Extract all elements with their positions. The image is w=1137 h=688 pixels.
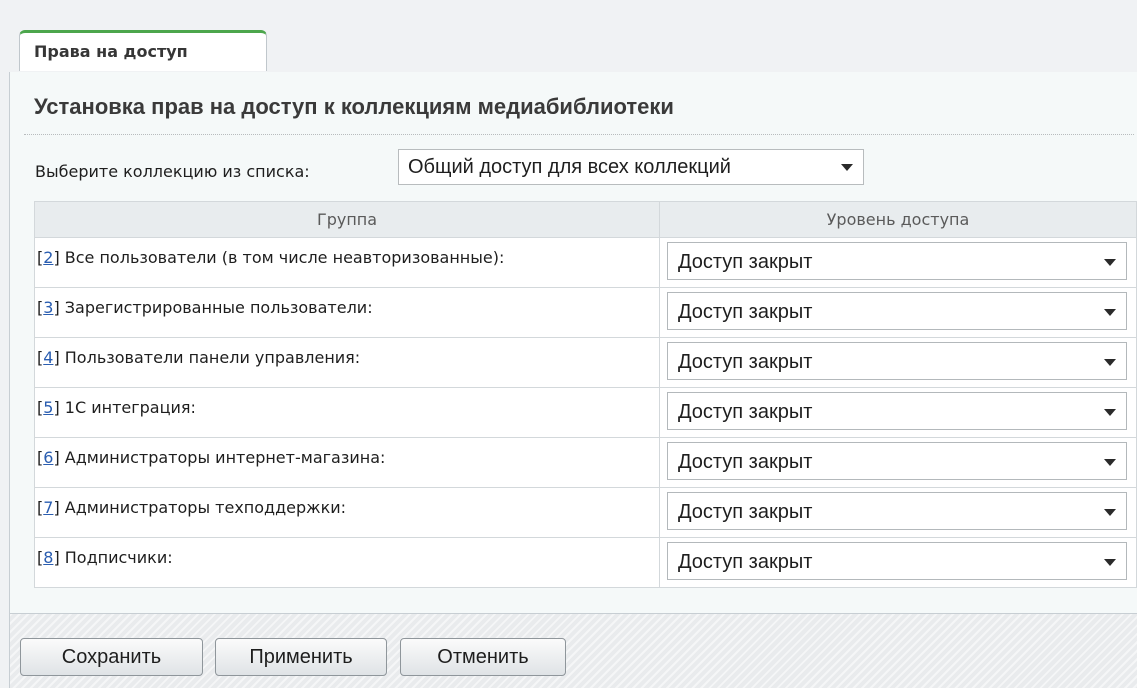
tab-label: Права на доступ: [34, 42, 188, 61]
group-id-link[interactable]: 2: [43, 248, 53, 267]
access-level-value: Доступ закрыт: [678, 251, 813, 273]
access-cell: Доступ закрыт: [659, 487, 1137, 538]
access-cell: Доступ закрыт: [659, 387, 1137, 438]
access-level-value: Доступ закрыт: [678, 501, 813, 523]
table-row: [8] Подписчики: Доступ закрыт: [34, 537, 1137, 588]
access-level-value: Доступ закрыт: [678, 351, 813, 373]
group-label: [6] Администраторы интернет-магазина:: [37, 448, 386, 467]
access-level-select[interactable]: Доступ закрыт: [667, 292, 1127, 330]
permissions-table: Группа Уровень доступа [2] Все пользоват…: [34, 201, 1137, 588]
table-row: [4] Пользователи панели управления: Дост…: [34, 337, 1137, 388]
group-name: Администраторы техподдержки:: [64, 498, 347, 517]
chevron-down-icon: [1104, 359, 1116, 366]
table-row: [3] Зарегистрированные пользователи: Дос…: [34, 287, 1137, 338]
group-id-link[interactable]: 4: [43, 348, 53, 367]
group-name: 1С интеграция:: [64, 398, 196, 417]
table-row: [6] Администраторы интернет-магазина: До…: [34, 437, 1137, 488]
collection-select-label: Выберите коллекцию из списка:: [35, 162, 310, 181]
apply-button[interactable]: Применить: [215, 638, 387, 676]
group-cell: [2] Все пользователи (в том числе неавто…: [34, 237, 660, 288]
access-cell: Доступ закрыт: [659, 287, 1137, 338]
group-id-link[interactable]: 8: [43, 548, 53, 567]
access-rights-window: Права на доступ Установка прав на доступ…: [9, 0, 1137, 688]
group-cell: [7] Администраторы техподдержки:: [34, 487, 660, 538]
column-header-access-level: Уровень доступа: [659, 201, 1137, 238]
access-level-select[interactable]: Доступ закрыт: [667, 492, 1127, 530]
access-cell: Доступ закрыт: [659, 337, 1137, 388]
group-label: [8] Подписчики:: [37, 548, 173, 567]
group-label: [4] Пользователи панели управления:: [37, 348, 361, 367]
group-cell: [6] Администраторы интернет-магазина:: [34, 437, 660, 488]
access-level-value: Доступ закрыт: [678, 301, 813, 323]
collection-select[interactable]: Общий доступ для всех коллекций: [398, 149, 864, 185]
group-id-link[interactable]: 6: [43, 448, 53, 467]
access-level-value: Доступ закрыт: [678, 451, 813, 473]
access-level-select[interactable]: Доступ закрыт: [667, 342, 1127, 380]
group-label: [7] Администраторы техподдержки:: [37, 498, 347, 517]
chevron-down-icon: [841, 164, 853, 171]
title-divider: [24, 134, 1134, 135]
chevron-down-icon: [1104, 509, 1116, 516]
group-id-link[interactable]: 5: [43, 398, 53, 417]
main-panel: Установка прав на доступ к коллекциям ме…: [9, 72, 1137, 614]
access-level-select[interactable]: Доступ закрыт: [667, 542, 1127, 580]
access-level-select[interactable]: Доступ закрыт: [667, 392, 1127, 430]
table-row: [2] Все пользователи (в том числе неавто…: [34, 237, 1137, 288]
table-header-row: Группа Уровень доступа: [34, 201, 1137, 238]
tab-strip: Права на доступ: [9, 0, 1137, 73]
group-label: [5] 1С интеграция:: [37, 398, 196, 417]
page-title: Установка прав на доступ к коллекциям ме…: [34, 94, 674, 119]
tab-access-rights[interactable]: Права на доступ: [19, 30, 267, 71]
access-level-select[interactable]: Доступ закрыт: [667, 242, 1127, 280]
group-name: Зарегистрированные пользователи:: [64, 298, 373, 317]
chevron-down-icon: [1104, 309, 1116, 316]
group-name: Подписчики:: [64, 548, 173, 567]
group-label: [2] Все пользователи (в том числе неавто…: [37, 248, 505, 267]
form-footer: Сохранить Применить Отменить: [9, 614, 1137, 688]
group-cell: [4] Пользователи панели управления:: [34, 337, 660, 388]
column-header-group: Группа: [34, 201, 660, 238]
group-label: [3] Зарегистрированные пользователи:: [37, 298, 373, 317]
access-level-select[interactable]: Доступ закрыт: [667, 442, 1127, 480]
group-cell: [3] Зарегистрированные пользователи:: [34, 287, 660, 338]
table-row: [5] 1С интеграция: Доступ закрыт: [34, 387, 1137, 438]
group-id-link[interactable]: 3: [43, 298, 53, 317]
access-level-value: Доступ закрыт: [678, 401, 813, 423]
access-cell: Доступ закрыт: [659, 437, 1137, 488]
save-button[interactable]: Сохранить: [20, 638, 203, 676]
chevron-down-icon: [1104, 459, 1116, 466]
access-cell: Доступ закрыт: [659, 537, 1137, 588]
access-cell: Доступ закрыт: [659, 237, 1137, 288]
table-row: [7] Администраторы техподдержки: Доступ …: [34, 487, 1137, 538]
group-cell: [8] Подписчики:: [34, 537, 660, 588]
collection-select-value: Общий доступ для всех коллекций: [408, 156, 731, 178]
group-name: Пользователи панели управления:: [64, 348, 361, 367]
chevron-down-icon: [1104, 409, 1116, 416]
group-id-link[interactable]: 7: [43, 498, 53, 517]
cancel-button[interactable]: Отменить: [400, 638, 566, 676]
group-name: Администраторы интернет-магазина:: [64, 448, 386, 467]
chevron-down-icon: [1104, 259, 1116, 266]
access-level-value: Доступ закрыт: [678, 551, 813, 573]
group-name: Все пользователи (в том числе неавторизо…: [64, 248, 505, 267]
chevron-down-icon: [1104, 559, 1116, 566]
group-cell: [5] 1С интеграция:: [34, 387, 660, 438]
